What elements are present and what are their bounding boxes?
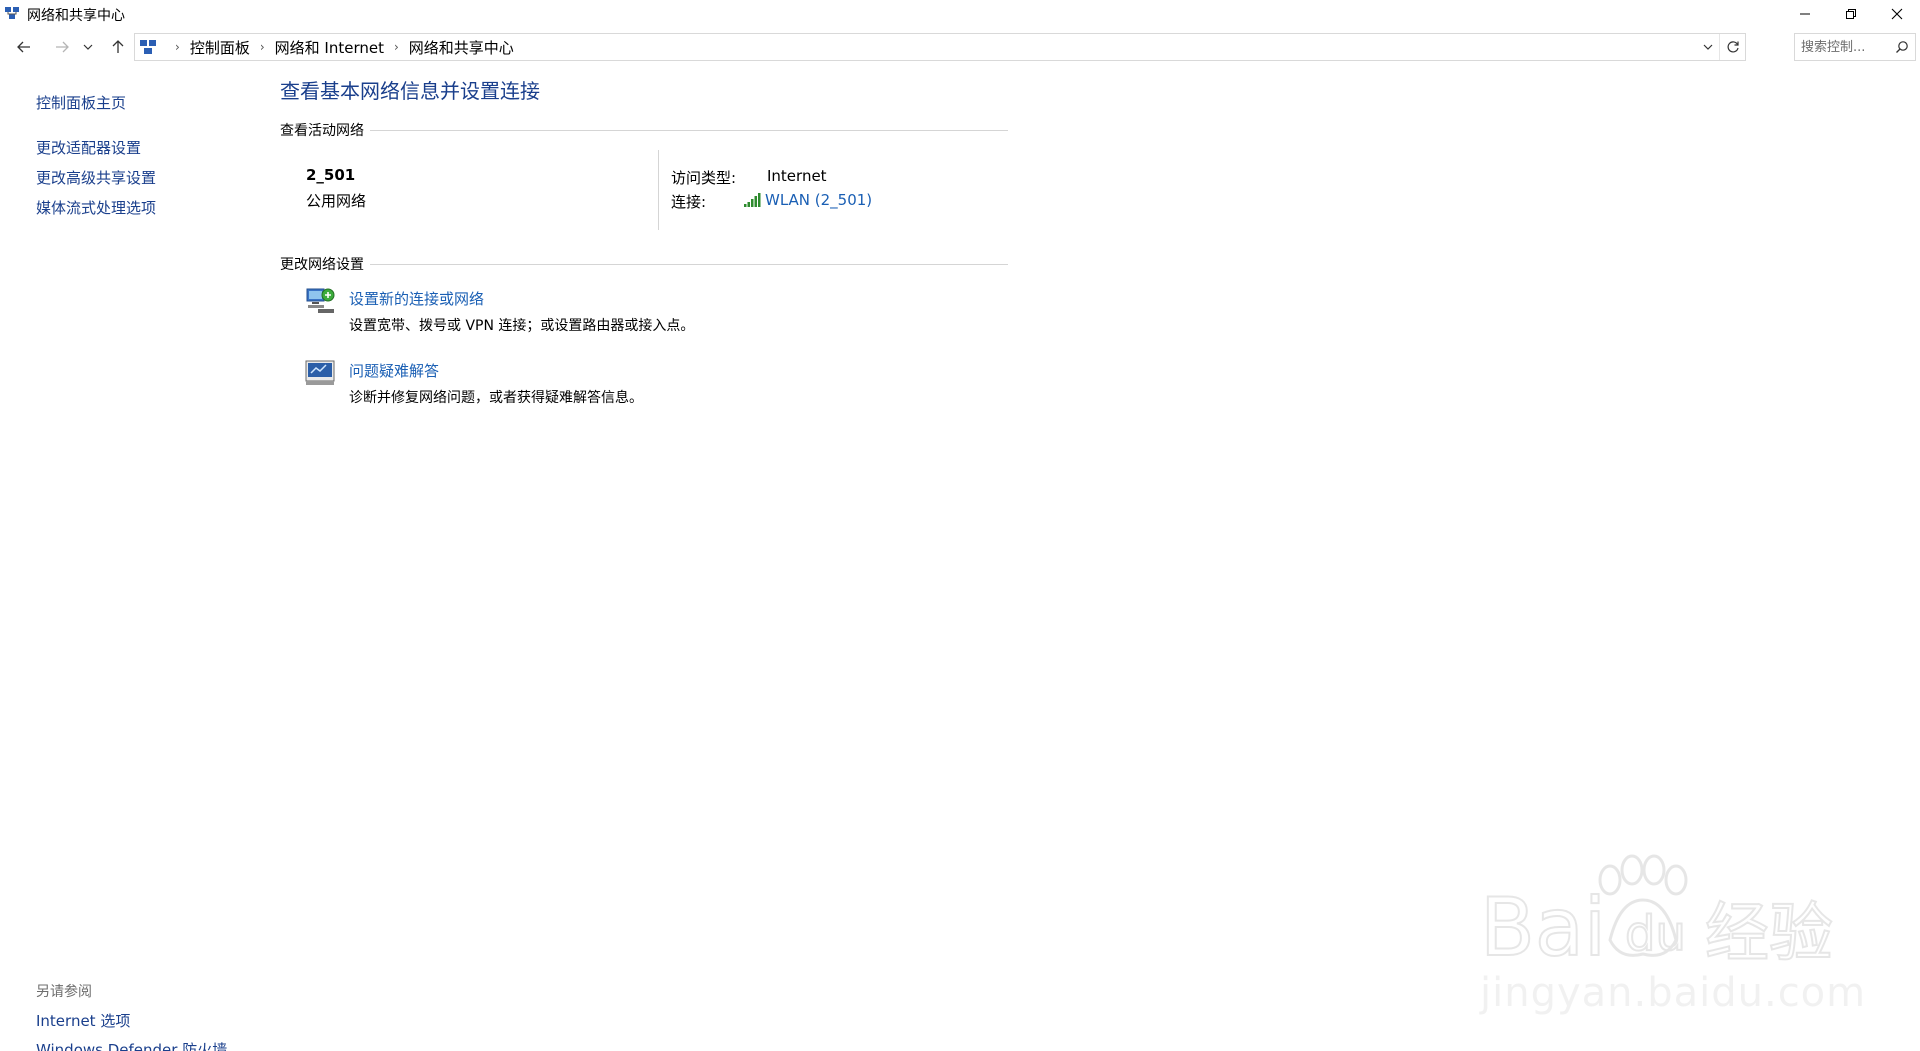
sidebar-item-change-advanced-sharing[interactable]: 更改高级共享设置 [36,167,156,188]
control-panel-icon [140,40,156,54]
watermark-logo-text: Bai [1480,881,1606,970]
arrow-right-icon [56,41,69,53]
network-name: 2_501 [306,166,356,184]
change-settings-section-header: 更改网络设置 [280,254,1008,274]
section-divider [280,264,1008,265]
wifi-signal-icon [744,193,761,207]
setup-new-connection-description: 设置宽带、拨号或 VPN 连接；或设置路由器或接入点。 [349,318,695,334]
sidebar-item-control-panel-home[interactable]: 控制面板主页 [36,92,126,113]
access-type-value: Internet [767,167,827,185]
breadcrumb-separator: › [175,40,180,54]
navigation-bar: › 控制面板 › 网络和 Internet › 网络和共享中心 [0,30,1920,64]
chevron-down-icon [1703,44,1713,50]
recent-locations-button[interactable] [80,35,96,59]
active-networks-heading: 查看活动网络 [280,120,370,140]
chevron-down-icon [83,44,93,50]
refresh-icon [1727,41,1739,53]
breadcrumb-network-sharing-center[interactable]: 网络和共享中心 [409,37,514,58]
address-dropdown-button[interactable] [1699,34,1717,60]
sidebar-item-media-streaming[interactable]: 媒体流式处理选项 [36,197,156,218]
up-button[interactable] [106,35,130,59]
close-icon [1891,8,1903,20]
network-type: 公用网络 [306,192,367,210]
wlan-connection-link[interactable]: WLAN (2_501) [743,191,872,209]
troubleshoot-link[interactable]: 问题疑难解答 [349,360,439,381]
svg-text:du: du [1625,906,1686,962]
breadcrumb-separator: › [259,40,265,54]
arrow-up-icon [112,40,124,53]
breadcrumb-network-internet[interactable]: 网络和 Internet [275,37,384,58]
search-input[interactable] [1801,37,1891,57]
page-title: 查看基本网络信息并设置连接 [280,79,540,103]
connections-label: 连接: [671,193,707,211]
change-settings-heading: 更改网络设置 [280,254,370,274]
see-also-internet-options[interactable]: Internet 选项 [36,1010,130,1031]
restore-icon [1846,9,1856,19]
refresh-button[interactable] [1719,34,1745,60]
network-center-icon [5,7,19,19]
watermark-url: jingyan.baidu.com [1480,970,1867,1016]
troubleshoot-icon [305,360,335,385]
restore-button[interactable] [1828,0,1874,28]
breadcrumb-separator: › [393,40,399,54]
minimize-icon [1800,13,1810,15]
new-connection-icon [306,288,335,313]
baidu-paw-logo: Bai du 经验 [1480,854,1834,970]
baidu-watermark: Bai du 经验 jingyan.baidu.com [1480,850,1865,1020]
breadcrumb: › 控制面板 › 网络和 Internet › 网络和共享中心 [139,34,514,60]
section-divider [280,130,1008,131]
arrow-left-icon [17,41,30,53]
breadcrumb-control-panel[interactable]: 控制面板 [190,37,250,58]
forward-button[interactable] [50,35,74,59]
active-networks-section-header: 查看活动网络 [280,120,1008,140]
left-navigation-pane: 控制面板主页 更改适配器设置 更改高级共享设置 媒体流式处理选项 另请参阅 In… [0,64,265,1051]
troubleshoot-description: 诊断并修复网络问题，或者获得疑难解答信息。 [349,390,643,406]
search-box[interactable] [1794,33,1916,61]
see-also-heading: 另请参阅 [36,984,92,1000]
minimize-button[interactable] [1782,0,1828,28]
close-button[interactable] [1874,0,1920,28]
address-bar[interactable]: › 控制面板 › 网络和 Internet › 网络和共享中心 [134,33,1746,61]
svg-text:经验: 经验 [1705,897,1833,970]
title-bar: 网络和共享中心 [0,0,1920,28]
wlan-connection-label: WLAN (2_501) [765,191,873,209]
sidebar-item-change-adapter-settings[interactable]: 更改适配器设置 [36,137,141,158]
back-button[interactable] [12,35,36,59]
setup-new-connection-link[interactable]: 设置新的连接或网络 [349,288,484,309]
window-title: 网络和共享中心 [27,8,125,24]
see-also-windows-defender-firewall[interactable]: Windows Defender 防火墙 [36,1039,227,1051]
vertical-divider [658,150,659,230]
search-icon [1896,41,1908,53]
access-type-label: 访问类型: [671,169,737,187]
